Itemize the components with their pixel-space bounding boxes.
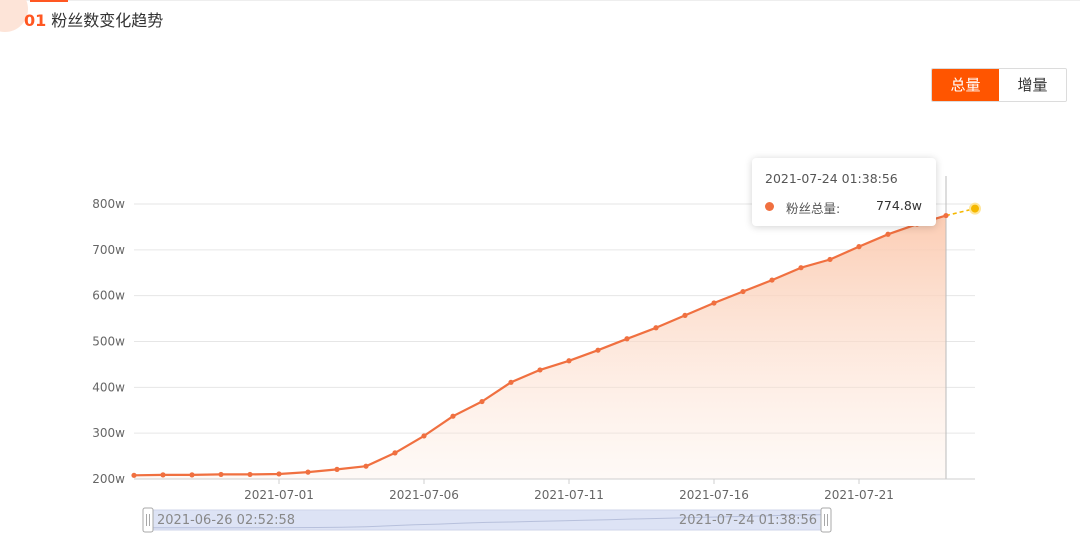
data-point[interactable]	[682, 312, 688, 318]
data-point[interactable]	[885, 231, 891, 237]
y-tick-label: 300w	[92, 426, 125, 440]
data-point[interactable]	[827, 256, 833, 263]
data-point[interactable]	[363, 463, 369, 469]
y-tick-label: 500w	[92, 335, 125, 349]
datazoom-start-handle[interactable]	[142, 507, 154, 533]
data-point[interactable]	[305, 469, 311, 475]
data-point[interactable]	[276, 471, 282, 477]
fans-trend-chart: 200w 300w 400w 500w 600w 700w 800w 2021-07-01 20…	[92, 176, 981, 533]
data-point[interactable]	[160, 472, 166, 478]
data-point[interactable]	[131, 472, 137, 478]
data-point[interactable]	[711, 300, 717, 306]
y-tick-label: 800w	[92, 197, 125, 211]
datazoom-end-handle[interactable]	[820, 507, 832, 533]
tooltip-time: 2021-07-24 01:38:56	[765, 171, 898, 186]
y-tick-label: 600w	[92, 289, 125, 303]
data-point[interactable]	[595, 347, 601, 353]
tooltip-series-name: 粉丝总量:	[786, 201, 841, 216]
chart-tooltip: 2021-07-24 01:38:56 粉丝总量: 774.8w	[752, 158, 936, 226]
tooltip-series-dot	[765, 202, 774, 211]
data-point[interactable]	[537, 367, 543, 373]
x-tick-label: 2021-07-16	[679, 488, 749, 502]
data-point[interactable]	[334, 466, 340, 472]
data-point[interactable]	[508, 379, 514, 385]
data-point[interactable]	[856, 244, 862, 250]
y-tick-label: 700w	[92, 243, 125, 257]
data-point[interactable]	[247, 471, 253, 478]
data-point[interactable]	[392, 450, 398, 456]
y-tick-label: 400w	[92, 380, 125, 394]
data-point[interactable]	[769, 277, 775, 283]
x-tick-label: 2021-07-11	[534, 488, 604, 502]
datazoom-end-label: 2021-07-24 01:38:56	[679, 513, 817, 528]
highlight-point[interactable]	[969, 202, 981, 215]
data-point[interactable]	[218, 471, 224, 478]
data-point[interactable]	[653, 325, 659, 331]
x-tick-label: 2021-07-06	[389, 488, 459, 502]
data-point[interactable]	[943, 212, 949, 219]
data-point[interactable]	[566, 358, 572, 364]
data-point[interactable]	[421, 433, 427, 439]
data-point[interactable]	[189, 472, 195, 478]
series-area-fill	[134, 215, 946, 479]
data-point[interactable]	[740, 288, 746, 295]
x-tick-label: 2021-07-01	[244, 488, 314, 502]
data-point[interactable]	[798, 265, 804, 271]
y-tick-label: 200w	[92, 472, 125, 486]
tooltip-value: 774.8w	[875, 198, 922, 213]
x-tick-label: 2021-07-21	[824, 488, 894, 502]
datazoom-start-label: 2021-06-26 02:52:58	[157, 513, 295, 528]
data-point[interactable]	[624, 336, 630, 342]
data-point[interactable]	[479, 398, 485, 405]
data-point[interactable]	[450, 413, 456, 419]
